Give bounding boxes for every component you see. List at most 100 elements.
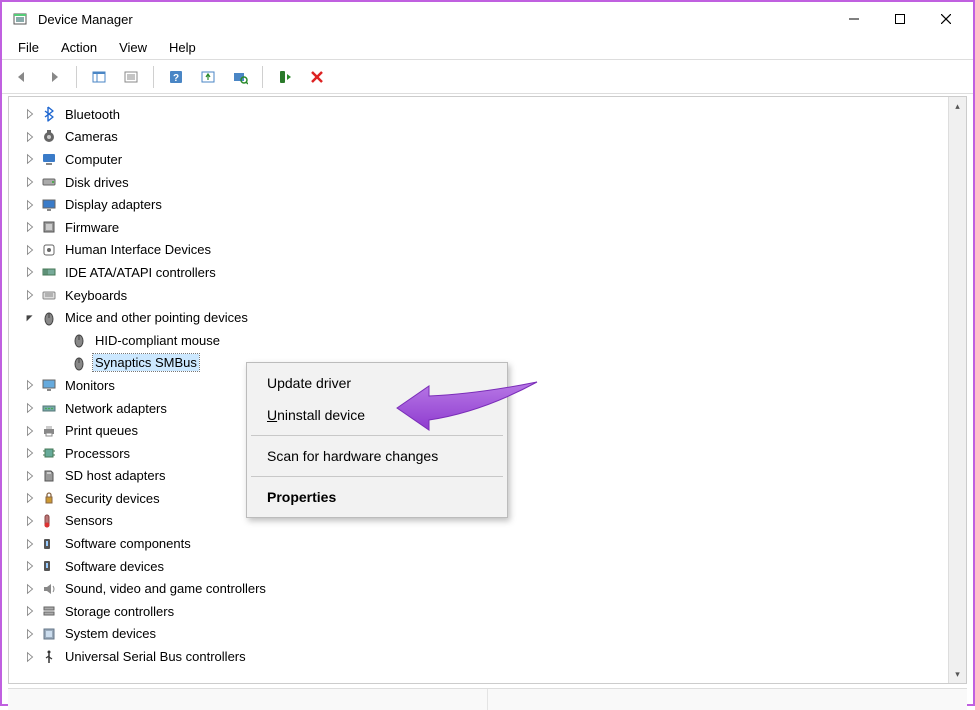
- enable-device-button[interactable]: [271, 64, 299, 90]
- mouse-icon: [71, 355, 87, 371]
- chevron-right-icon[interactable]: [23, 152, 37, 166]
- toolbar: ?: [2, 60, 973, 94]
- status-cell: [488, 689, 967, 710]
- vertical-scrollbar[interactable]: ▴ ▾: [948, 97, 966, 683]
- ide-icon: [41, 264, 57, 280]
- ctx-scan-hardware[interactable]: Scan for hardware changes: [251, 440, 503, 472]
- chevron-right-icon[interactable]: [23, 220, 37, 234]
- chevron-right-icon[interactable]: [23, 491, 37, 505]
- status-cell: [8, 689, 488, 710]
- tree-item[interactable]: Display adapters: [23, 193, 944, 216]
- tree-item[interactable]: Software devices: [23, 555, 944, 578]
- tree-item-label: Firmware: [63, 219, 121, 236]
- tree-item-label: Computer: [63, 151, 124, 168]
- chevron-right-icon[interactable]: [23, 559, 37, 573]
- maximize-button[interactable]: [877, 4, 923, 34]
- tree-item-label: Storage controllers: [63, 603, 176, 620]
- tree-item[interactable]: Human Interface Devices: [23, 239, 944, 262]
- chevron-right-icon[interactable]: [23, 650, 37, 664]
- tree-item-label: Processors: [63, 445, 132, 462]
- tree-item[interactable]: System devices: [23, 623, 944, 646]
- help-button[interactable]: ?: [162, 64, 190, 90]
- ctx-uninstall-device[interactable]: Uninstall device: [251, 399, 503, 431]
- scroll-down-arrow[interactable]: ▾: [949, 665, 966, 683]
- tree-item[interactable]: Cameras: [23, 126, 944, 149]
- back-button[interactable]: [8, 64, 36, 90]
- tree-item-label: Security devices: [63, 490, 162, 507]
- scroll-up-arrow[interactable]: ▴: [949, 97, 966, 115]
- mouse-icon: [41, 310, 57, 326]
- chevron-right-icon[interactable]: [23, 265, 37, 279]
- chevron-right-icon[interactable]: [23, 243, 37, 257]
- tree-item[interactable]: Sound, video and game controllers: [23, 577, 944, 600]
- tree-item[interactable]: Keyboards: [23, 284, 944, 307]
- scan-hardware-button[interactable]: [226, 64, 254, 90]
- ctx-properties[interactable]: Properties: [251, 481, 503, 513]
- toolbar-separator: [262, 66, 263, 88]
- chevron-right-icon[interactable]: [23, 469, 37, 483]
- tree-item[interactable]: Disk drives: [23, 171, 944, 194]
- chevron-right-icon[interactable]: [23, 198, 37, 212]
- tree-item[interactable]: Universal Serial Bus controllers: [23, 645, 944, 668]
- tree-item[interactable]: IDE ATA/ATAPI controllers: [23, 261, 944, 284]
- uninstall-device-button[interactable]: [303, 64, 331, 90]
- sound-icon: [41, 581, 57, 597]
- chevron-right-icon[interactable]: [23, 537, 37, 551]
- menu-file[interactable]: File: [8, 38, 49, 57]
- chevron-down-icon[interactable]: [23, 311, 37, 325]
- close-button[interactable]: [923, 4, 969, 34]
- camera-icon: [41, 129, 57, 145]
- tree-item-label: Bluetooth: [63, 106, 122, 123]
- tree-item[interactable]: Firmware: [23, 216, 944, 239]
- forward-button[interactable]: [40, 64, 68, 90]
- tree-item-label: Mice and other pointing devices: [63, 309, 250, 326]
- menu-action[interactable]: Action: [51, 38, 107, 57]
- chevron-right-icon[interactable]: [23, 582, 37, 596]
- mouse-icon: [71, 332, 87, 348]
- tree-item-label: System devices: [63, 625, 158, 642]
- tree-item-label: Universal Serial Bus controllers: [63, 648, 248, 665]
- tree-item[interactable]: Computer: [23, 148, 944, 171]
- chevron-right-icon[interactable]: [23, 604, 37, 618]
- chevron-right-icon[interactable]: [23, 401, 37, 415]
- tree-item-label: Monitors: [63, 377, 117, 394]
- tree-item-label: Software devices: [63, 558, 166, 575]
- keyboard-icon: [41, 287, 57, 303]
- window-title: Device Manager: [38, 12, 133, 27]
- chevron-right-icon[interactable]: [23, 130, 37, 144]
- menu-bar: File Action View Help: [2, 36, 973, 60]
- chevron-right-icon[interactable]: [23, 175, 37, 189]
- chevron-right-icon[interactable]: [23, 627, 37, 641]
- chevron-right-icon[interactable]: [23, 107, 37, 121]
- menu-view[interactable]: View: [109, 38, 157, 57]
- menu-help[interactable]: Help: [159, 38, 206, 57]
- minimize-button[interactable]: [831, 4, 877, 34]
- blank-expander: [53, 356, 67, 370]
- chevron-right-icon[interactable]: [23, 514, 37, 528]
- tree-item[interactable]: Storage controllers: [23, 600, 944, 623]
- show-hide-console-tree-button[interactable]: [85, 64, 113, 90]
- toolbar-separator: [76, 66, 77, 88]
- tree-item[interactable]: Mice and other pointing devices: [23, 306, 944, 329]
- chevron-right-icon[interactable]: [23, 446, 37, 460]
- tree-item-label: Network adapters: [63, 400, 169, 417]
- chevron-right-icon[interactable]: [23, 378, 37, 392]
- swdev-icon: [41, 558, 57, 574]
- tree-item[interactable]: Bluetooth: [23, 103, 944, 126]
- ctx-update-driver[interactable]: Update driver: [251, 367, 503, 399]
- tree-item-label: Human Interface Devices: [63, 241, 213, 258]
- tree-item[interactable]: HID-compliant mouse: [23, 329, 944, 352]
- system-icon: [41, 626, 57, 642]
- swcomp-icon: [41, 536, 57, 552]
- tree-item-label: Print queues: [63, 422, 140, 439]
- toolbar-separator: [153, 66, 154, 88]
- update-driver-button[interactable]: [194, 64, 222, 90]
- properties-button[interactable]: [117, 64, 145, 90]
- computer-icon: [41, 151, 57, 167]
- tree-item[interactable]: Software components: [23, 532, 944, 555]
- chevron-right-icon[interactable]: [23, 288, 37, 302]
- monitor-icon: [41, 377, 57, 393]
- status-bar: [8, 688, 967, 710]
- context-menu: Update driver Uninstall device Scan for …: [246, 362, 508, 518]
- chevron-right-icon[interactable]: [23, 424, 37, 438]
